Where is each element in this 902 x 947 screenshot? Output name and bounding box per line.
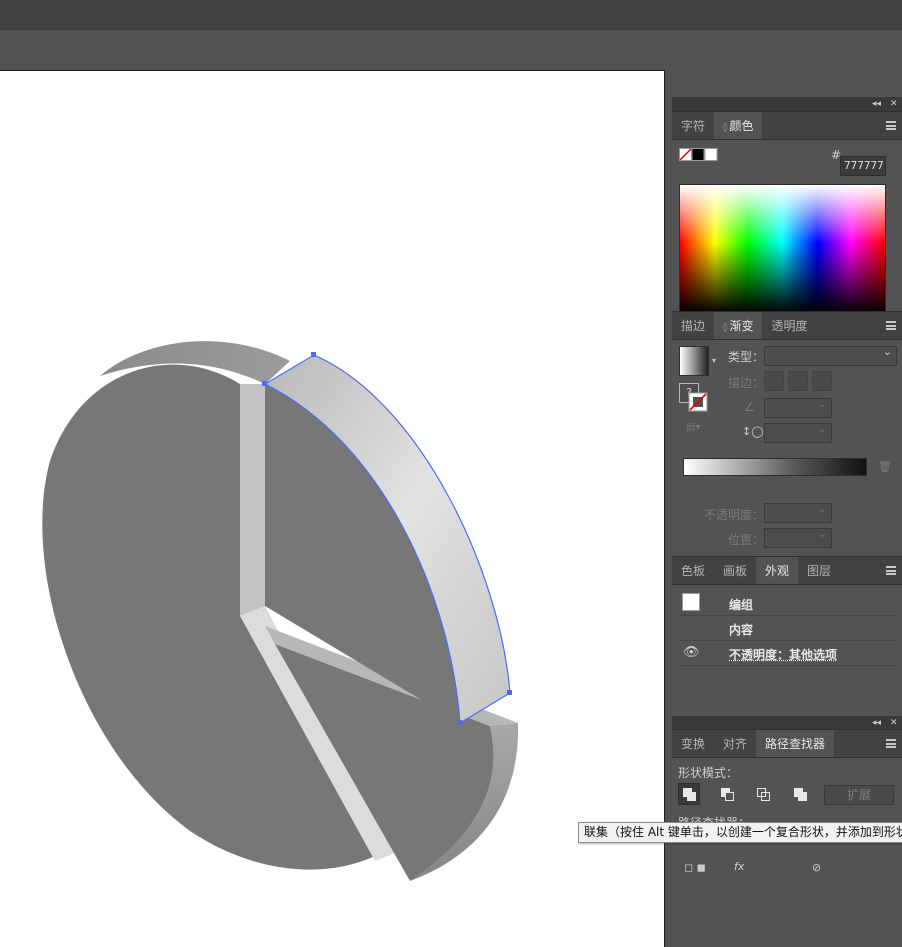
tab-gradient[interactable]: ◊ 渐变 bbox=[714, 312, 763, 339]
appearance-opacity-label[interactable]: 不透明度：其他选项 bbox=[729, 646, 837, 663]
appearance-panel: 色板 画板 外观 图层 编组 内容 👁 不透明度：其他选项 bbox=[672, 556, 902, 716]
gradient-panel: 描边 ◊渐变 透明度 ▾ 类型： ? ▤▾ 描边： ∠ ↕◯ 🗑 不透明度： 位… bbox=[672, 311, 902, 555]
color-spectrum[interactable] bbox=[679, 184, 886, 314]
fill-stroke-swatches[interactable] bbox=[679, 148, 719, 162]
tab-swatches[interactable]: 色板 bbox=[672, 557, 714, 584]
panel-menu-icon[interactable] bbox=[886, 566, 896, 575]
pathfinder-panel-tabs: 变换 对齐 路径查找器 bbox=[672, 730, 902, 758]
inner-wall[interactable] bbox=[240, 384, 265, 616]
tab-align[interactable]: 对齐 bbox=[714, 730, 756, 757]
fx-icon[interactable]: fx bbox=[734, 860, 744, 873]
angle-icon: ∠ bbox=[744, 400, 755, 414]
pathfinder-panel: 变换 对齐 路径查找器 形状模式： 扩展 路径查找器： ◻ ◼ fx ⊘ bbox=[672, 729, 902, 889]
stroke-label: 描边： bbox=[728, 376, 765, 390]
eye-icon[interactable]: 👁 bbox=[683, 645, 700, 660]
appearance-row-opacity[interactable]: 👁 不透明度：其他选项 bbox=[678, 641, 898, 666]
hex-input[interactable]: 777777 bbox=[840, 156, 886, 176]
appearance-contents-label: 内容 bbox=[729, 623, 754, 637]
tab-character[interactable]: 字符 bbox=[672, 112, 714, 139]
color-panel-tabs: 字符 ◊ 颜色 bbox=[672, 112, 902, 140]
tab-artboards[interactable]: 画板 bbox=[714, 557, 756, 584]
minus-front-button[interactable] bbox=[716, 783, 738, 805]
collapse-icon[interactable]: ◂◂ bbox=[872, 716, 881, 730]
no-icon[interactable]: ⊘ bbox=[812, 861, 821, 874]
appearance-panel-tabs: 色板 画板 外观 图层 bbox=[672, 557, 902, 585]
chevron-down-icon[interactable]: ▾ bbox=[712, 356, 716, 365]
gradient-slider[interactable] bbox=[683, 458, 867, 476]
opacity-select[interactable] bbox=[764, 502, 832, 523]
color-panel: 字符 ◊ 颜色 # 777777 bbox=[672, 111, 902, 314]
panel-menu-icon[interactable] bbox=[886, 739, 896, 748]
exclude-button[interactable] bbox=[789, 783, 811, 805]
tab-appearance[interactable]: 外观 bbox=[756, 557, 799, 584]
position-label: 位置： bbox=[728, 533, 765, 547]
gradient-panel-tabs: 描边 ◊ 渐变 透明度 bbox=[672, 312, 902, 340]
type-label: 类型： bbox=[728, 350, 765, 364]
trash-icon[interactable]: 🗑 bbox=[878, 460, 892, 473]
dock-header: ◂◂ ✕ bbox=[672, 716, 902, 730]
intersect-button[interactable] bbox=[752, 783, 774, 805]
tab-transparency[interactable]: 透明度 bbox=[762, 312, 816, 339]
anchor-point[interactable] bbox=[507, 690, 512, 695]
control-bar bbox=[0, 31, 902, 69]
dock-header: ◂◂ ✕ bbox=[672, 97, 902, 111]
unite-tooltip: 联集（按住 Alt 键单击，以创建一个复合形状，并添加到形状 bbox=[578, 822, 902, 843]
artboard[interactable] bbox=[0, 70, 665, 947]
anchor-point[interactable] bbox=[311, 352, 316, 357]
tab-pathfinder[interactable]: 路径查找器 bbox=[756, 730, 835, 757]
close-icon[interactable]: ✕ bbox=[890, 97, 898, 111]
tab-color[interactable]: ◊ 颜色 bbox=[714, 112, 763, 139]
group-thumbnail bbox=[682, 593, 700, 611]
aspect-ratio-select[interactable] bbox=[764, 422, 832, 443]
opacity-label: 不透明度： bbox=[704, 508, 765, 522]
close-icon[interactable]: ✕ bbox=[890, 716, 898, 730]
divide-icon[interactable]: ◻ ◼ bbox=[684, 861, 706, 874]
tab-layers[interactable]: 图层 bbox=[798, 557, 840, 584]
unite-button[interactable] bbox=[678, 783, 700, 805]
tab-gradient-label: 渐变 bbox=[729, 319, 754, 333]
updown-icon: ◊ bbox=[723, 323, 728, 333]
tab-transform[interactable]: 变换 bbox=[672, 730, 714, 757]
stroke-gradient-within-icon[interactable] bbox=[764, 371, 784, 391]
collapse-icon[interactable]: ◂◂ bbox=[872, 97, 881, 111]
tab-stroke[interactable]: 描边 bbox=[672, 312, 714, 339]
updown-icon: ◊ bbox=[723, 123, 728, 133]
appearance-group-label: 编组 bbox=[729, 598, 754, 612]
tab-color-label: 颜色 bbox=[729, 119, 754, 133]
shape-modes-label: 形状模式： bbox=[678, 766, 739, 780]
anchor-point[interactable] bbox=[457, 720, 462, 725]
stroke-gradient-along-icon[interactable] bbox=[788, 371, 808, 391]
swap-icon[interactable]: ▤▾ bbox=[686, 422, 700, 433]
aspect-ratio-icon: ↕◯ bbox=[742, 425, 764, 438]
angle-select[interactable] bbox=[764, 397, 832, 418]
stroke-gradient-across-icon[interactable] bbox=[812, 371, 832, 391]
panel-menu-icon[interactable] bbox=[886, 121, 896, 130]
anchor-point[interactable] bbox=[262, 381, 267, 386]
expand-button[interactable]: 扩展 bbox=[824, 785, 894, 805]
stroke-swatch-icon[interactable] bbox=[688, 392, 710, 414]
appearance-row-group[interactable]: 编组 bbox=[678, 591, 898, 616]
position-select[interactable] bbox=[764, 527, 832, 548]
gradient-type-select[interactable] bbox=[764, 345, 897, 366]
artwork[interactable] bbox=[0, 71, 665, 947]
gradient-swatch[interactable] bbox=[679, 346, 709, 376]
panel-menu-icon[interactable] bbox=[886, 321, 896, 330]
appearance-row-contents[interactable]: 内容 bbox=[678, 616, 898, 641]
menu-bar bbox=[0, 0, 902, 30]
